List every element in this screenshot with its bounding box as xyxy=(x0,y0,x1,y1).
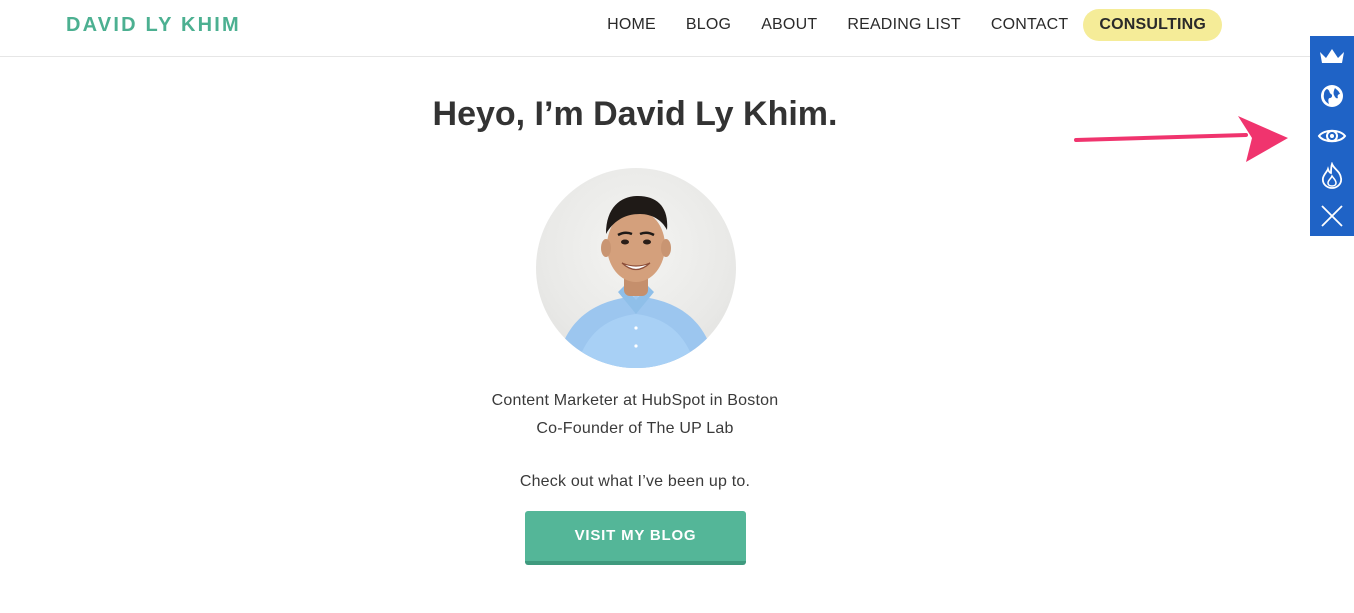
crown-icon xyxy=(1320,49,1344,63)
annotation-arrow xyxy=(1074,116,1288,162)
nav-consulting[interactable]: CONSULTING xyxy=(1083,9,1222,41)
eye-icon xyxy=(1317,129,1347,143)
globe-icon xyxy=(1321,85,1343,107)
close-button[interactable] xyxy=(1310,196,1354,236)
globe-button[interactable] xyxy=(1310,76,1354,116)
site-logo[interactable]: DAVID LY KHIM xyxy=(66,14,241,37)
site-header: DAVID LY KHIM HOME BLOG ABOUT READING LI… xyxy=(0,0,1354,57)
profile-photo xyxy=(536,168,736,368)
nav-about[interactable]: ABOUT xyxy=(746,10,832,40)
profile-photo-illustration xyxy=(556,196,716,368)
nav-blog[interactable]: BLOG xyxy=(671,10,746,40)
nav-reading-list[interactable]: READING LIST xyxy=(832,10,976,40)
close-icon xyxy=(1321,205,1343,227)
role-line-hubspot: Content Marketer at HubSpot in Boston xyxy=(491,392,779,409)
eye-button[interactable] xyxy=(1310,116,1354,156)
crown-button[interactable] xyxy=(1310,36,1354,76)
blog-prompt: Check out what I’ve been up to. xyxy=(519,473,751,490)
role-line-uplab: Co-Founder of The UP Lab xyxy=(536,420,734,437)
side-toolbar xyxy=(1310,36,1354,236)
flame-icon xyxy=(1321,162,1343,189)
nav-home[interactable]: HOME xyxy=(592,10,671,40)
visit-blog-button[interactable]: VISIT MY BLOG xyxy=(525,511,746,565)
nav-contact[interactable]: CONTACT xyxy=(976,10,1084,40)
main-nav: HOME BLOG ABOUT READING LIST CONTACT CON… xyxy=(592,9,1222,41)
flame-button[interactable] xyxy=(1310,156,1354,196)
